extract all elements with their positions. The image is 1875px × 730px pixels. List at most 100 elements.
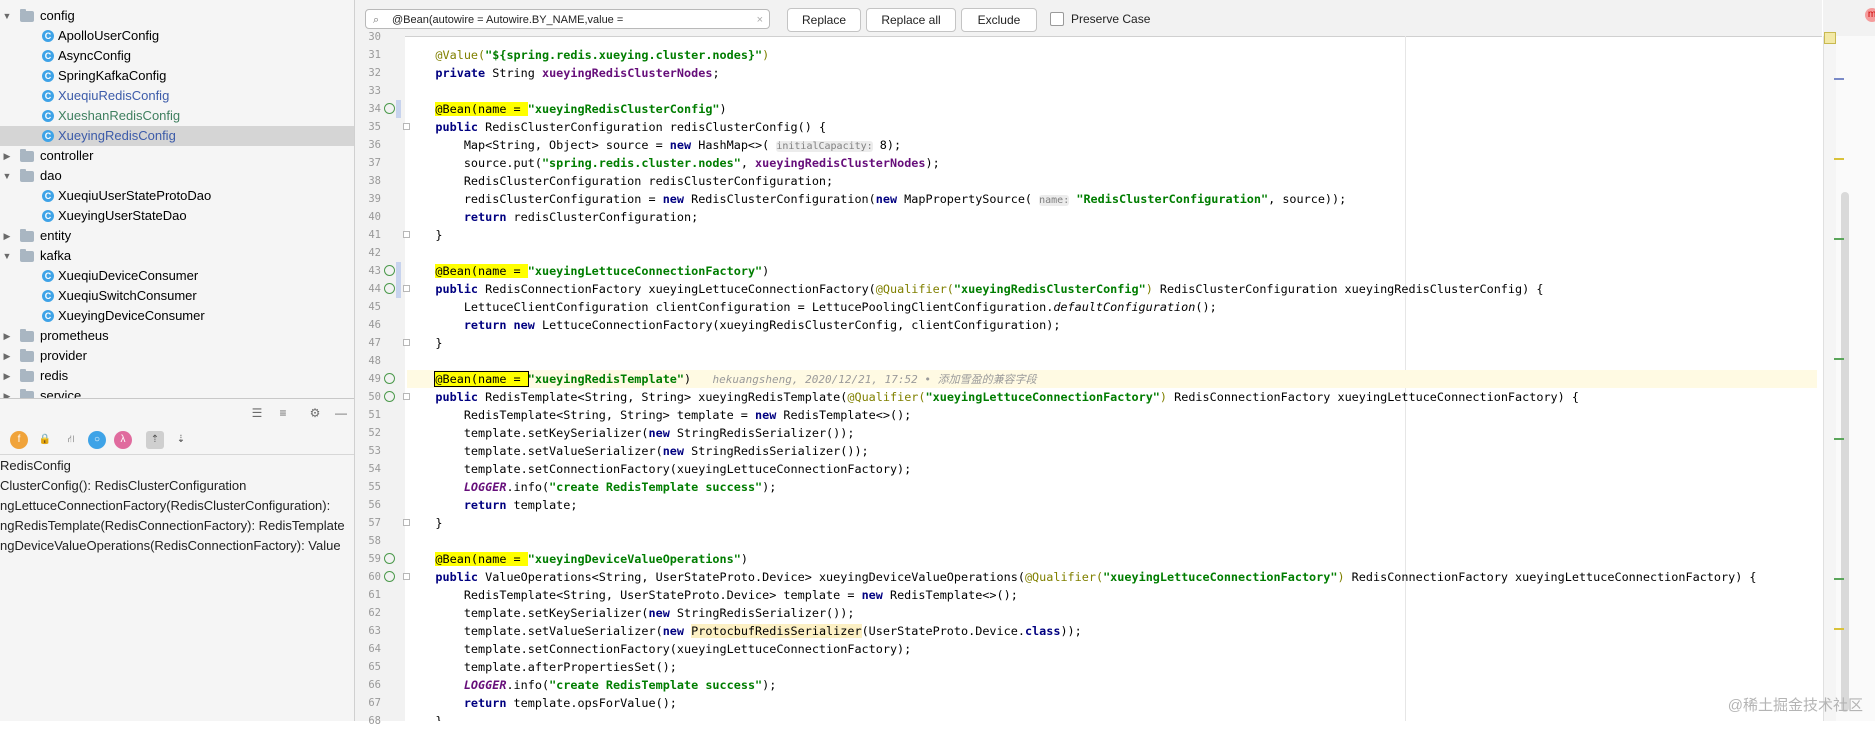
tree-folder[interactable]: ▶ provider [0,346,354,366]
chevron-right-icon[interactable]: ▶ [2,366,12,386]
tree-folder[interactable]: ▶ entity [0,226,354,246]
tree-file[interactable]: C ApolloUserConfig [0,26,354,46]
code-area[interactable]: @Value("${spring.redis.xueying.cluster.n… [407,36,1817,721]
collapse-all-icon[interactable]: ≡ [274,404,292,422]
code-line[interactable] [407,352,1817,370]
exclude-button[interactable]: Exclude [961,8,1037,32]
tree-file[interactable]: C XueqiuDeviceConsumer [0,266,354,286]
code-line[interactable]: RedisTemplate<String, String> template =… [407,406,1817,424]
tree-folder[interactable]: ▼ kafka [0,246,354,266]
code-line[interactable]: template.setKeySerializer(new StringRedi… [407,424,1817,442]
chevron-down-icon[interactable]: ▼ [2,166,12,186]
spring-bean-icon[interactable] [384,571,395,582]
clear-icon[interactable]: × [757,10,763,28]
expand-all-icon[interactable]: ☰ [248,404,266,422]
code-line[interactable]: return redisClusterConfiguration; [407,208,1817,226]
code-line[interactable]: public ValueOperations<String, UserState… [407,568,1817,586]
tree-folder[interactable]: ▶ redis [0,366,354,386]
code-line[interactable]: template.afterPropertiesSet(); [407,658,1817,676]
vcs-change-marker[interactable] [396,100,401,118]
tree-file[interactable]: C XueyingUserStateDao [0,206,354,226]
code-line[interactable]: @Bean(name = "xueyingDeviceValueOperatio… [407,550,1817,568]
code-line[interactable]: LOGGER.info("create RedisTemplate succes… [407,478,1817,496]
code-line[interactable]: return new LettuceConnectionFactory(xuey… [407,316,1817,334]
code-line[interactable]: } [407,712,1817,721]
code-line[interactable] [407,36,1817,46]
code-line[interactable]: public RedisTemplate<String, String> xue… [407,388,1817,406]
spring-bean-icon[interactable] [384,553,395,564]
show-fields-icon[interactable]: f [10,431,28,449]
code-line[interactable]: return template; [407,496,1817,514]
code-line[interactable]: template.setConnectionFactory(xueyingLet… [407,460,1817,478]
code-line[interactable]: LOGGER.info("create RedisTemplate succes… [407,676,1817,694]
spring-bean-icon[interactable] [384,265,395,276]
chevron-down-icon[interactable]: ▼ [2,6,12,26]
chevron-right-icon[interactable]: ▶ [2,326,12,346]
show-anonymous-icon[interactable]: ○ [88,431,106,449]
show-lambdas-icon[interactable]: λ [114,431,132,449]
chevron-right-icon[interactable]: ▶ [2,346,12,366]
tree-file[interactable]: C XueqiuUserStateProtoDao [0,186,354,206]
vcs-change-marker[interactable] [396,262,401,298]
structure-item[interactable]: RedisConfig [0,456,71,476]
chevron-right-icon[interactable]: ▶ [2,386,12,398]
spring-bean-icon[interactable] [384,373,395,384]
tree-folder[interactable]: ▶ controller [0,146,354,166]
tree-folder[interactable]: ▶ service [0,386,354,398]
autoscroll-from-source-icon[interactable]: ⇣ [172,431,190,449]
tree-file[interactable]: C XueyingDeviceConsumer [0,306,354,326]
code-line[interactable]: } [407,334,1817,352]
code-line[interactable]: public RedisConnectionFactory xueyingLet… [407,280,1817,298]
tree-file[interactable]: C AsyncConfig [0,46,354,66]
tree-file[interactable]: C XueqiuSwitchConsumer [0,286,354,306]
spring-bean-icon[interactable] [384,283,395,294]
code-line[interactable]: RedisTemplate<String, UserStateProto.Dev… [407,586,1817,604]
code-line[interactable]: LettuceClientConfiguration clientConfigu… [407,298,1817,316]
tree-folder[interactable]: ▼ dao [0,166,354,186]
chevron-right-icon[interactable]: ▶ [2,146,12,166]
code-line[interactable] [407,532,1817,550]
code-line[interactable]: return template.opsForValue(); [407,694,1817,712]
structure-item[interactable]: ClusterConfig(): RedisClusterConfigurati… [0,476,246,496]
structure-item[interactable]: ngLettuceConnectionFactory(RedisClusterC… [0,496,330,516]
structure-item[interactable]: ngDeviceValueOperations(RedisConnectionF… [0,536,341,556]
code-line[interactable] [407,244,1817,262]
code-line[interactable]: template.setKeySerializer(new StringRedi… [407,604,1817,622]
code-line[interactable]: RedisClusterConfiguration redisClusterCo… [407,172,1817,190]
warning-indicator-icon[interactable] [1824,32,1836,44]
scroll-thumb[interactable] [1841,192,1849,712]
structure-item[interactable]: ngRedisTemplate(RedisConnectionFactory):… [0,516,345,536]
chevron-down-icon[interactable]: ▼ [2,246,12,266]
tree-file[interactable]: C SpringKafkaConfig [0,66,354,86]
tree-folder[interactable]: ▼ config [0,6,354,26]
code-line[interactable] [407,82,1817,100]
code-line[interactable]: redisClusterConfiguration = new RedisClu… [407,190,1817,208]
code-line[interactable]: @Value("${spring.redis.xueying.cluster.n… [407,46,1817,64]
spring-bean-icon[interactable] [384,103,395,114]
autoscroll-to-source-icon[interactable]: ⇡ [146,431,164,449]
code-line[interactable]: } [407,514,1817,532]
tree-folder[interactable]: ▶ prometheus [0,326,354,346]
gear-icon[interactable]: ⚙ [306,404,324,422]
spring-bean-icon[interactable] [384,391,395,402]
search-input[interactable]: ⌕ @Bean(autowire = Autowire.BY_NAME,valu… [365,9,770,29]
replace-all-button[interactable]: Replace all [866,8,956,32]
code-line[interactable]: source.put("spring.redis.cluster.nodes",… [407,154,1817,172]
code-line[interactable]: @Bean(name = "xueyingLettuceConnectionFa… [407,262,1817,280]
code-line[interactable]: template.setValueSerializer(new Protocbu… [407,622,1817,640]
tree-file[interactable]: C XueshanRedisConfig [0,106,354,126]
minimize-icon[interactable]: — [332,404,350,422]
show-inherited-icon[interactable]: ⛙ [62,431,80,449]
tree-file[interactable]: C XueqiuRedisConfig [0,86,354,106]
code-line[interactable]: private String xueyingRedisClusterNodes; [407,64,1817,82]
code-line[interactable]: } [407,226,1817,244]
code-line[interactable]: template.setConnectionFactory(xueyingLet… [407,640,1817,658]
checkbox-box[interactable] [1050,12,1064,26]
user-badge[interactable]: m [1865,8,1875,22]
chevron-right-icon[interactable]: ▶ [2,226,12,246]
tree-file[interactable]: C XueyingRedisConfig [0,126,354,146]
code-line[interactable]: Map<String, Object> source = new HashMap… [407,136,1817,154]
error-stripe-scrollbar[interactable] [1823,32,1875,721]
code-line[interactable]: public RedisClusterConfiguration redisCl… [407,118,1817,136]
code-line[interactable]: template.setValueSerializer(new StringRe… [407,442,1817,460]
